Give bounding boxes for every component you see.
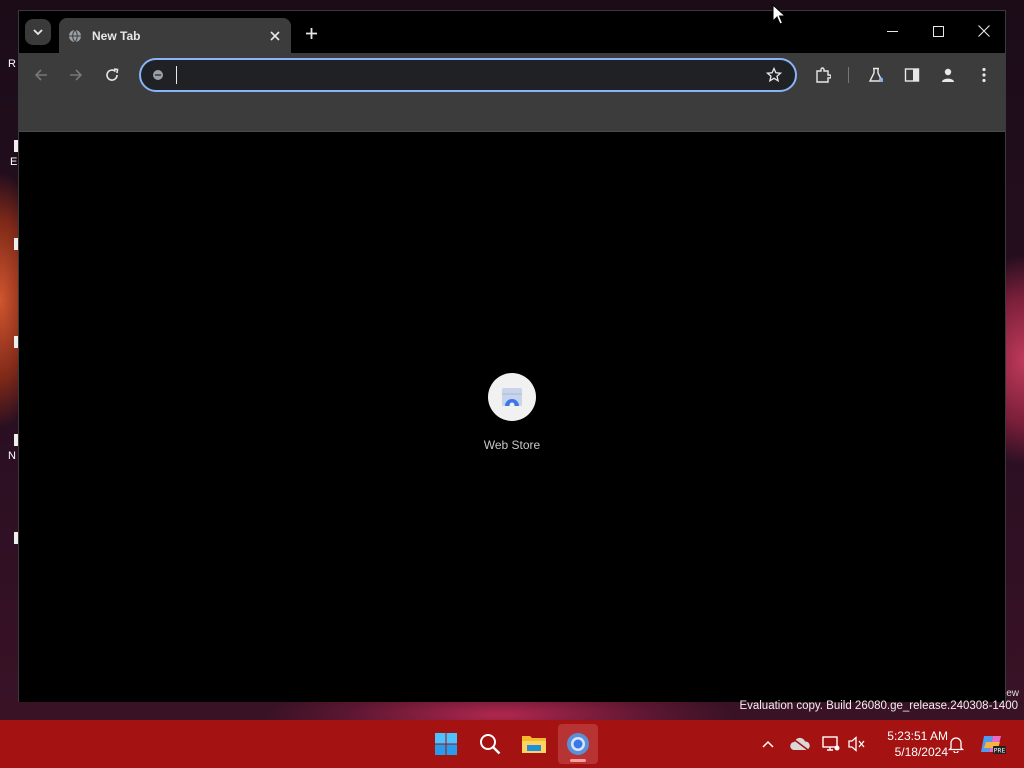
desktop-icon-label: E bbox=[10, 156, 18, 168]
side-panel-button[interactable] bbox=[899, 62, 925, 88]
desktop-icon[interactable] bbox=[0, 336, 18, 376]
watermark-fragment: ew bbox=[1006, 688, 1019, 699]
reload-button[interactable] bbox=[99, 62, 125, 88]
tab-search-button[interactable] bbox=[25, 19, 51, 45]
mouse-cursor-icon bbox=[772, 4, 786, 25]
bell-icon bbox=[948, 737, 964, 753]
taskbar-search-button[interactable] bbox=[470, 724, 510, 764]
desktop-icon[interactable]: R bbox=[0, 58, 18, 98]
taskbar: 5:23:51 AM 5/18/2024 PRE bbox=[0, 720, 1024, 768]
arrow-left-icon bbox=[34, 69, 47, 81]
bookmarks-bar bbox=[19, 97, 1005, 132]
clock-time: 5:23:51 AM bbox=[887, 729, 948, 743]
minimize-button[interactable] bbox=[869, 15, 915, 47]
new-tab-page: Web Store bbox=[19, 133, 1005, 702]
evaluation-watermark: Evaluation copy. Build 26080.ge_release.… bbox=[739, 700, 1018, 712]
close-icon bbox=[270, 30, 280, 41]
bookmark-star-button[interactable] bbox=[765, 66, 783, 84]
toolbar-separator bbox=[848, 67, 849, 83]
start-button[interactable] bbox=[426, 724, 466, 764]
file-explorer-button[interactable] bbox=[514, 724, 554, 764]
desktop-icon-label: R bbox=[8, 58, 16, 70]
site-info-icon[interactable] bbox=[150, 67, 166, 83]
start-icon bbox=[435, 733, 457, 755]
star-icon bbox=[766, 67, 782, 83]
copilot-badge: PRE bbox=[994, 748, 1006, 755]
desktop-icon[interactable]: E bbox=[0, 140, 18, 180]
arrow-right-icon bbox=[70, 69, 83, 81]
profile-icon bbox=[942, 68, 954, 82]
forward-button[interactable] bbox=[63, 62, 89, 88]
notifications-button[interactable] bbox=[945, 733, 967, 755]
flask-icon bbox=[868, 67, 884, 82]
copilot-button[interactable]: PRE bbox=[980, 733, 1006, 755]
address-input[interactable] bbox=[177, 63, 747, 87]
maximize-button[interactable] bbox=[915, 15, 961, 47]
plus-icon bbox=[305, 27, 317, 39]
address-bar[interactable] bbox=[139, 58, 797, 92]
show-hidden-icons-button[interactable] bbox=[757, 733, 779, 755]
new-tab-button[interactable] bbox=[299, 21, 323, 45]
side-panel-icon bbox=[904, 68, 920, 82]
search-icon bbox=[480, 734, 501, 755]
chrome-icon bbox=[567, 733, 589, 755]
cloud-offline-icon bbox=[790, 737, 810, 751]
chrome-taskbar-button[interactable] bbox=[558, 724, 598, 764]
desktop-icon-label: N bbox=[8, 450, 16, 462]
copilot-icon: PRE bbox=[981, 736, 1006, 755]
labs-button[interactable] bbox=[863, 62, 889, 88]
chrome-web-store-icon bbox=[502, 388, 522, 408]
taskbar-clock[interactable]: 5:23:51 AM 5/18/2024 bbox=[872, 728, 948, 760]
shortcut-label: Web Store bbox=[483, 438, 541, 452]
browser-window: New Tab Web Store bbox=[18, 10, 1006, 702]
reload-icon bbox=[106, 68, 119, 81]
tab-title: New Tab bbox=[92, 28, 141, 43]
maximize-icon bbox=[932, 25, 944, 37]
desktop-icon[interactable] bbox=[0, 532, 18, 572]
file-explorer-icon bbox=[522, 736, 546, 753]
shortcut-tile bbox=[488, 373, 536, 421]
close-window-button[interactable] bbox=[961, 15, 1007, 47]
desktop-icon[interactable] bbox=[0, 238, 18, 278]
volume-muted-icon bbox=[848, 736, 865, 752]
back-button[interactable] bbox=[28, 62, 54, 88]
globe-icon bbox=[67, 28, 83, 44]
toolbar bbox=[19, 53, 1005, 97]
chevron-up-icon bbox=[762, 740, 774, 748]
kebab-menu-icon bbox=[982, 67, 986, 83]
close-icon bbox=[978, 25, 990, 37]
clock-date: 5/18/2024 bbox=[894, 745, 948, 759]
network-button[interactable] bbox=[820, 733, 842, 755]
profile-button[interactable] bbox=[935, 62, 961, 88]
shortcut-web-store[interactable]: Web Store bbox=[474, 373, 550, 463]
network-icon bbox=[822, 736, 840, 751]
puzzle-icon bbox=[816, 67, 831, 83]
extensions-button[interactable] bbox=[810, 62, 836, 88]
tab-new-tab[interactable]: New Tab bbox=[59, 18, 291, 53]
onedrive-button[interactable] bbox=[789, 733, 811, 755]
minimize-icon bbox=[886, 30, 898, 32]
tab-close-button[interactable] bbox=[265, 26, 285, 46]
desktop-icon[interactable]: N bbox=[0, 434, 18, 474]
volume-button[interactable] bbox=[846, 733, 868, 755]
chevron-down-icon bbox=[33, 29, 43, 36]
title-bar[interactable]: New Tab bbox=[19, 11, 1005, 53]
menu-button[interactable] bbox=[971, 62, 997, 88]
